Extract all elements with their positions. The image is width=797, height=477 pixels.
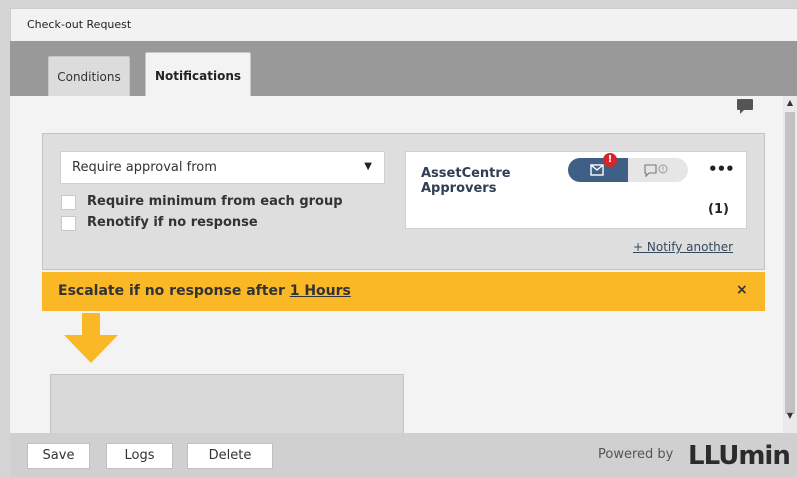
notification-method-toggle: ! xyxy=(568,153,688,182)
scroll-down-icon[interactable]: ▼ xyxy=(783,409,797,423)
group-name: AssetCentre Approvers xyxy=(421,166,541,196)
dropdown-caret-icon: ▼ xyxy=(364,161,372,172)
renotify-checkbox[interactable] xyxy=(61,216,76,231)
delete-button[interactable]: Delete xyxy=(187,443,273,469)
scrollbar-thumb[interactable] xyxy=(785,112,795,414)
notifications-content: Require approval from ▼ Require minimum … xyxy=(10,96,783,433)
tab-conditions[interactable]: Conditions xyxy=(48,56,130,96)
require-minimum-label: Require minimum from each group xyxy=(87,194,343,209)
window: Check-out Request Conditions Notificatio… xyxy=(0,0,797,477)
approver-group-card: AssetCentre Approvers ! ••• (1) xyxy=(405,151,747,229)
close-escalation-button[interactable]: × xyxy=(736,282,748,298)
llumin-logo: LLUmin xyxy=(688,441,791,471)
comment-icon[interactable] xyxy=(736,98,754,116)
tab-notifications[interactable]: Notifications xyxy=(145,52,251,96)
approval-panel: Require approval from ▼ Require minimum … xyxy=(42,133,765,270)
escalation-prefix: Escalate if no response after xyxy=(58,283,290,299)
chat-notification-toggle[interactable] xyxy=(628,158,688,182)
member-count: (1) xyxy=(708,202,729,217)
approval-type-select[interactable]: Require approval from ▼ xyxy=(60,151,385,184)
require-minimum-checkbox[interactable] xyxy=(61,195,76,210)
group-name-line2: Approvers xyxy=(421,181,497,196)
escalation-panel xyxy=(50,374,404,433)
scroll-up-icon[interactable]: ▲ xyxy=(783,96,797,110)
window-title: Check-out Request xyxy=(27,18,132,31)
chat-bubble-icon xyxy=(644,164,668,178)
escalation-duration-link[interactable]: 1 Hours xyxy=(290,283,351,299)
powered-by-label: Powered by xyxy=(598,447,674,462)
email-notification-toggle[interactable]: ! xyxy=(568,153,628,182)
more-options-button[interactable]: ••• xyxy=(708,160,735,178)
title-bar: Check-out Request xyxy=(10,8,797,41)
renotify-label: Renotify if no response xyxy=(87,215,258,230)
save-button[interactable]: Save xyxy=(27,443,90,469)
notify-another-link[interactable]: + Notify another xyxy=(633,240,733,254)
escalation-text: Escalate if no response after 1 Hours xyxy=(58,283,351,299)
logs-button[interactable]: Logs xyxy=(106,443,173,469)
escalation-bar: Escalate if no response after 1 Hours × xyxy=(42,272,765,311)
approval-type-value: Require approval from xyxy=(72,160,217,175)
arrow-down-icon xyxy=(64,313,118,363)
vertical-scrollbar[interactable]: ▲ ▼ xyxy=(783,96,797,433)
envelope-icon xyxy=(590,164,604,176)
tab-strip: Conditions Notifications xyxy=(10,41,797,96)
group-name-line1: AssetCentre xyxy=(421,166,511,181)
email-alert-badge: ! xyxy=(603,153,617,167)
footer: Save Logs Delete Powered by LLUmin xyxy=(10,433,797,477)
